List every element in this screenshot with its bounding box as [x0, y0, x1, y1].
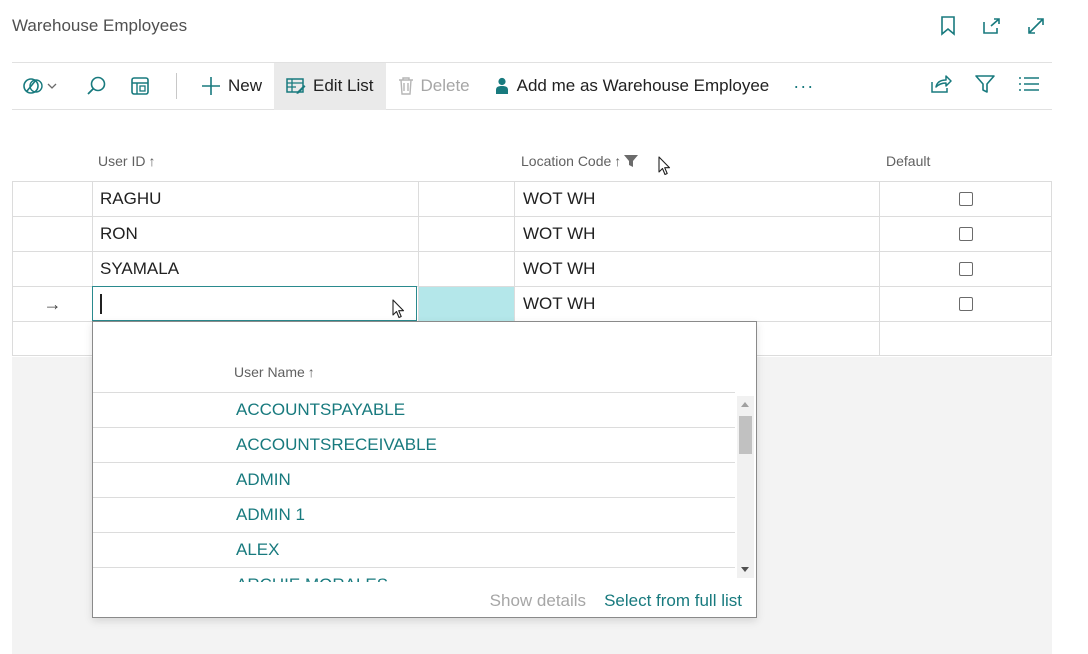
mouse-pointer-icon — [658, 156, 671, 176]
lookup-list-item[interactable]: ARCHIE MORALES — [93, 567, 735, 582]
default-cell — [879, 217, 1052, 251]
table-row[interactable]: RON WOT WH — [12, 216, 1052, 251]
edit-list-button[interactable]: Edit List — [274, 62, 386, 110]
spacer-cell — [418, 217, 514, 251]
lookup-scrollbar[interactable] — [737, 396, 754, 578]
mouse-pointer-icon — [392, 299, 405, 319]
filter-applied-icon — [624, 155, 639, 167]
default-header-label: Default — [886, 153, 931, 169]
open-new-window-icon[interactable] — [980, 14, 1004, 38]
row-indicator[interactable] — [12, 322, 92, 355]
column-header-location-code[interactable]: Location Code ↑ — [521, 153, 639, 169]
user-id-input[interactable] — [92, 286, 417, 321]
user-lookup-dropdown: User Name ↑ ACCOUNTSPAYABLE ACCOUNTSRECE… — [92, 321, 757, 618]
table-row[interactable]: RAGHU WOT WH — [12, 181, 1052, 216]
scroll-down-arrow-icon[interactable] — [741, 567, 749, 572]
location-code-cell[interactable]: WOT WH — [514, 252, 879, 286]
location-code-cell[interactable]: WOT WH — [514, 182, 879, 216]
more-options-button[interactable]: ··· — [781, 63, 826, 110]
expand-icon[interactable] — [1024, 14, 1048, 38]
spacer-cell — [418, 252, 514, 286]
delete-button-label: Delete — [420, 76, 470, 95]
location-code-header-label: Location Code — [521, 153, 612, 169]
delete-button[interactable]: Delete — [386, 63, 482, 110]
location-code-cell[interactable]: WOT WH — [514, 287, 879, 321]
row-indicator[interactable] — [12, 182, 92, 216]
person-icon — [495, 77, 508, 94]
filter-icon[interactable] — [974, 73, 996, 100]
page-title: Warehouse Employees — [12, 16, 188, 35]
row-indicator[interactable] — [12, 217, 92, 251]
lookup-list-item[interactable]: ALEX — [93, 532, 735, 567]
lookup-list-item[interactable]: ACCOUNTSRECEIVABLE — [93, 427, 735, 462]
add-me-button-label: Add me as Warehouse Employee — [516, 76, 770, 95]
lookup-column-header-user-name[interactable]: User Name ↑ — [234, 364, 315, 380]
show-details-link[interactable]: Show details — [490, 591, 586, 611]
default-cell — [879, 252, 1052, 286]
default-checkbox[interactable] — [958, 192, 973, 206]
share-icon[interactable] — [930, 74, 952, 99]
title-actions — [936, 14, 1048, 38]
column-header-default[interactable]: Default — [886, 153, 930, 169]
user-name-header-label: User Name — [234, 364, 305, 380]
lookup-list-item[interactable]: ACCOUNTSPAYABLE — [93, 392, 735, 427]
edit-list-button-label: Edit List — [313, 76, 374, 95]
new-button-label: New — [228, 76, 263, 95]
sort-ascending-icon: ↑ — [307, 364, 315, 380]
add-me-as-warehouse-employee-button[interactable]: Add me as Warehouse Employee — [482, 63, 782, 110]
edit-list-icon — [286, 78, 306, 94]
lookup-list-item[interactable]: ADMIN — [93, 462, 735, 497]
search-icon[interactable] — [74, 63, 118, 110]
spacer-cell — [418, 182, 514, 216]
default-checkbox[interactable] — [958, 262, 973, 276]
default-cell — [879, 182, 1052, 216]
default-cell — [879, 322, 1052, 355]
sort-ascending-icon: ↑ — [148, 153, 156, 169]
trash-icon — [398, 77, 413, 95]
text-caret — [100, 293, 102, 314]
row-indicator[interactable] — [12, 252, 92, 286]
default-checkbox[interactable] — [958, 297, 973, 311]
current-row-arrow-icon[interactable]: → — [12, 287, 92, 321]
bookmark-icon[interactable] — [936, 14, 960, 38]
toolbar-right — [930, 73, 1052, 100]
scroll-up-arrow-icon[interactable] — [741, 402, 749, 407]
user-id-cell[interactable]: SYAMALA — [92, 252, 418, 286]
table-row[interactable]: SYAMALA WOT WH — [12, 251, 1052, 286]
new-button[interactable]: New — [189, 63, 274, 110]
analysis-mode-icon[interactable] — [118, 63, 162, 110]
toolbar-separator — [176, 73, 177, 99]
user-id-cell[interactable]: RAGHU — [92, 182, 418, 216]
user-id-cell[interactable]: RON — [92, 217, 418, 251]
scroll-thumb[interactable] — [739, 416, 752, 454]
action-bar: New Edit List Delete Add me as Warehouse… — [12, 62, 1052, 110]
column-header-user-id[interactable]: User ID ↑ — [98, 153, 155, 169]
sort-ascending-icon: ↑ — [614, 153, 622, 169]
user-id-header-label: User ID — [98, 153, 146, 169]
lookup-list: ACCOUNTSPAYABLE ACCOUNTSRECEIVABLE ADMIN… — [93, 392, 735, 582]
lookup-list-item[interactable]: ADMIN 1 — [93, 497, 735, 532]
select-from-full-list-link[interactable]: Select from full list — [604, 591, 742, 611]
list-view-icon[interactable] — [1018, 75, 1040, 98]
location-code-cell[interactable]: WOT WH — [514, 217, 879, 251]
lookup-footer: Show details Select from full list — [490, 591, 742, 611]
table-row-current[interactable]: → WOT WH — [12, 286, 1052, 321]
spacer-cell-selected — [418, 287, 514, 321]
plus-icon — [202, 77, 220, 95]
copilot-menu-icon[interactable] — [18, 63, 66, 110]
default-checkbox[interactable] — [958, 227, 973, 241]
default-cell — [879, 287, 1052, 321]
